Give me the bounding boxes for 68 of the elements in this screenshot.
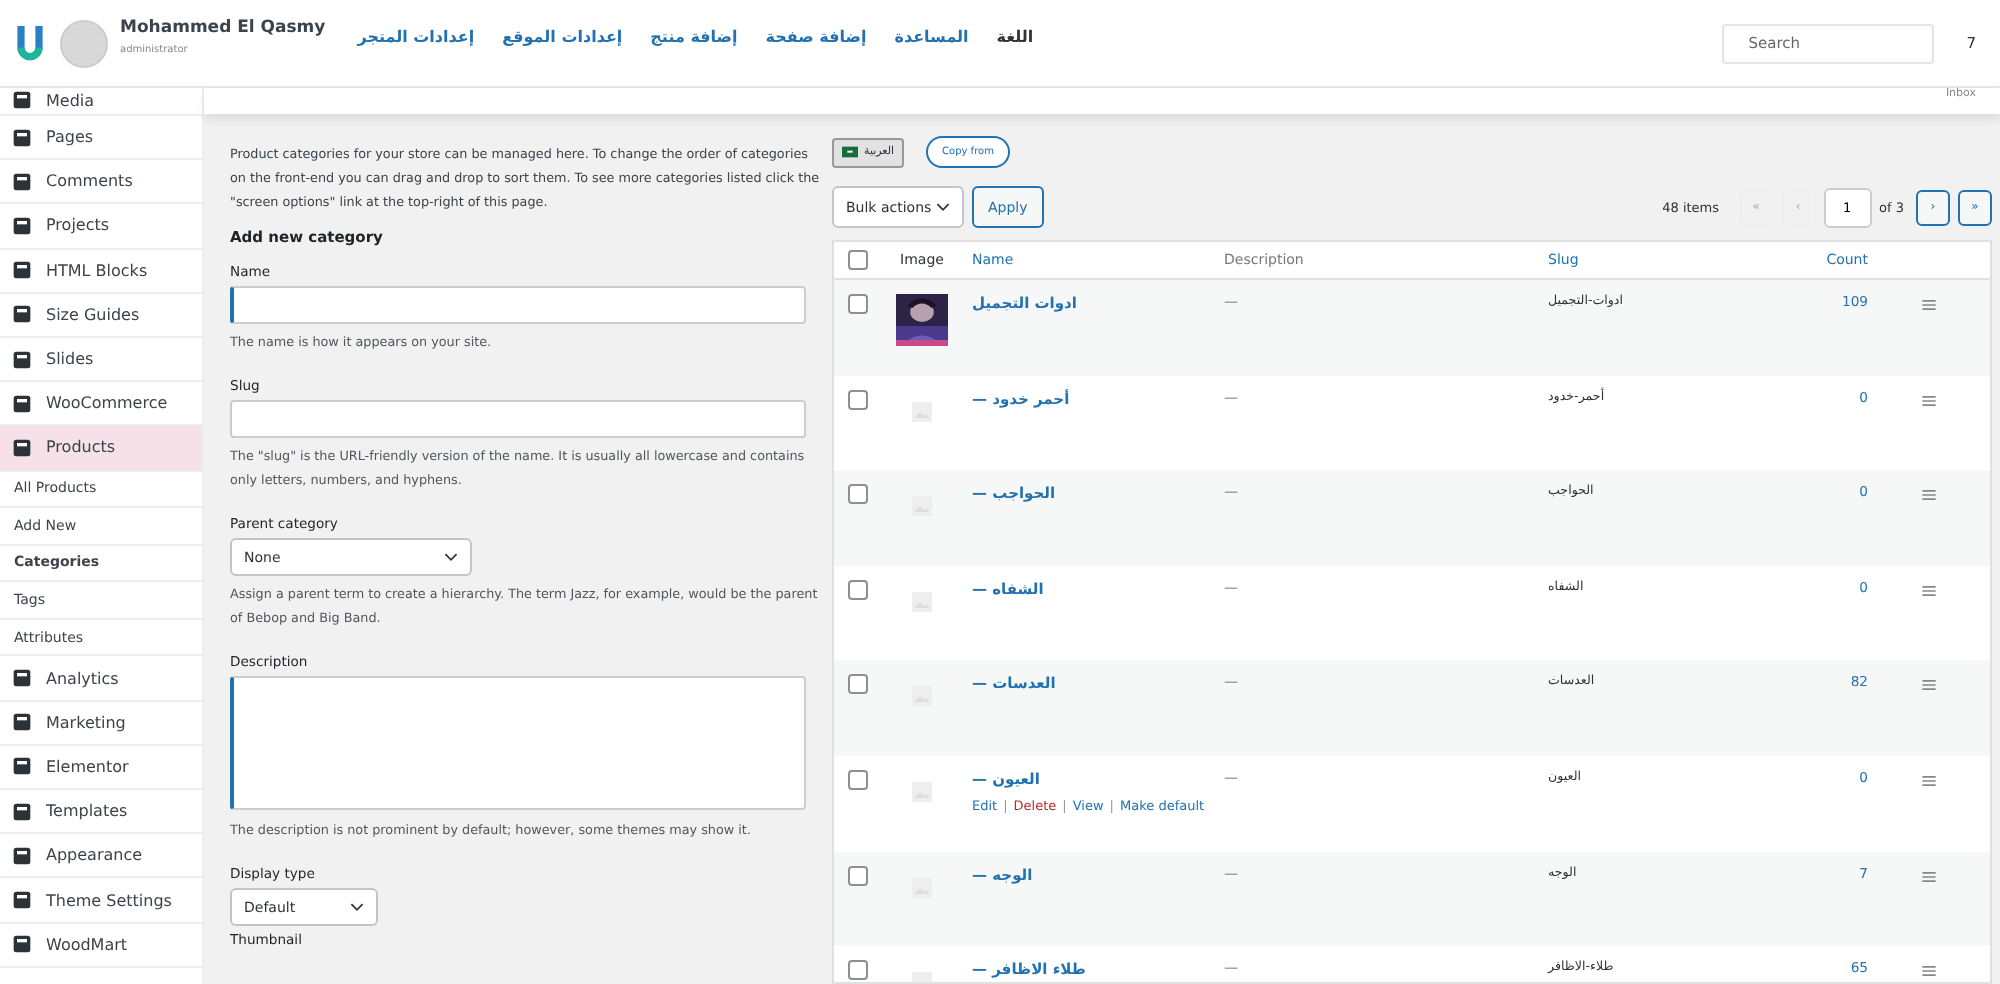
sidebar-item[interactable]: Elementor bbox=[0, 745, 202, 791]
top-menu-link[interactable]: المساعدة bbox=[894, 28, 969, 46]
row-checkbox[interactable] bbox=[848, 960, 868, 981]
row-checkbox[interactable] bbox=[848, 294, 868, 314]
drag-handle-icon[interactable] bbox=[1922, 871, 1936, 882]
sidebar-item[interactable]: Appearance bbox=[0, 834, 202, 879]
text-field[interactable] bbox=[230, 400, 806, 438]
sidebar-item[interactable]: HTML Blocks bbox=[0, 249, 202, 294]
image-placeholder-icon bbox=[912, 781, 932, 802]
menu-icon bbox=[12, 171, 32, 192]
menu-icon bbox=[12, 845, 32, 866]
flag-icon bbox=[842, 146, 858, 158]
chevron-down-icon bbox=[350, 902, 364, 912]
row-checkbox[interactable] bbox=[848, 769, 868, 790]
drag-handle-icon[interactable] bbox=[1922, 490, 1936, 501]
menu-icon bbox=[12, 801, 32, 822]
sidebar-item[interactable]: Marketing bbox=[0, 701, 202, 746]
top-menu-link[interactable]: اللغة bbox=[996, 28, 1034, 46]
select-all-checkbox[interactable] bbox=[848, 250, 868, 270]
row-checkbox[interactable] bbox=[848, 389, 868, 410]
chevron-down-icon bbox=[444, 552, 458, 562]
menu-icon bbox=[12, 437, 32, 458]
text-field[interactable] bbox=[230, 286, 806, 324]
menu-icon bbox=[12, 260, 32, 281]
top-menu-link[interactable]: إضافة صفحة bbox=[765, 28, 867, 46]
user-name: Mohammed El Qasmy bbox=[120, 18, 326, 38]
menu-icon bbox=[12, 304, 32, 325]
image-placeholder-icon bbox=[912, 401, 932, 422]
sidebar-item[interactable]: Size Guides bbox=[0, 293, 202, 338]
menu-icon bbox=[12, 393, 32, 414]
sidebar-item[interactable]: Slides bbox=[0, 337, 202, 383]
drag-handle-icon[interactable] bbox=[1922, 966, 1936, 977]
sidebar-item[interactable]: WoodMart bbox=[0, 923, 202, 968]
drag-handle-icon[interactable] bbox=[1922, 395, 1936, 406]
sidebar-item[interactable]: Analytics bbox=[0, 656, 202, 702]
menu-icon bbox=[12, 756, 32, 777]
image-placeholder-icon bbox=[912, 877, 932, 898]
sidebar-item[interactable]: Projects bbox=[0, 204, 202, 250]
drag-handle-icon[interactable] bbox=[1922, 775, 1936, 786]
image-placeholder-icon bbox=[912, 591, 932, 612]
menu-icon bbox=[12, 127, 32, 148]
sidebar-item[interactable]: Pages bbox=[0, 116, 202, 161]
image-placeholder-icon bbox=[912, 496, 932, 517]
menu-icon bbox=[12, 668, 32, 689]
drag-handle-icon[interactable] bbox=[1922, 300, 1936, 310]
sidebar-item[interactable]: Media bbox=[0, 88, 202, 116]
top-menu-link[interactable]: إعدادات المتجر bbox=[357, 28, 475, 46]
menu-icon bbox=[12, 712, 32, 733]
image-placeholder-icon bbox=[912, 686, 932, 707]
sidebar-item[interactable]: Comments bbox=[0, 160, 202, 205]
row-checkbox[interactable] bbox=[848, 674, 868, 695]
drag-handle-icon[interactable] bbox=[1922, 680, 1936, 691]
chevron-down-icon bbox=[936, 202, 950, 212]
top-menu-link[interactable]: إعدادات الموقع bbox=[502, 28, 623, 46]
top-menu-link[interactable]: إضافة منتج bbox=[650, 28, 738, 46]
row-checkbox[interactable] bbox=[848, 865, 868, 886]
row-checkbox[interactable] bbox=[848, 579, 868, 600]
sidebar-item[interactable]: Theme Settings bbox=[0, 878, 202, 924]
sidebar-item[interactable]: Products bbox=[0, 426, 202, 471]
sidebar-item[interactable]: Templates bbox=[0, 790, 202, 835]
drag-handle-icon[interactable] bbox=[1922, 585, 1936, 596]
menu-icon bbox=[12, 934, 32, 955]
description-field[interactable] bbox=[230, 676, 806, 810]
menu-icon bbox=[12, 890, 32, 910]
menu-icon bbox=[12, 349, 32, 370]
menu-icon bbox=[12, 215, 32, 236]
row-checkbox[interactable] bbox=[848, 484, 868, 505]
logo-icon bbox=[12, 21, 48, 65]
